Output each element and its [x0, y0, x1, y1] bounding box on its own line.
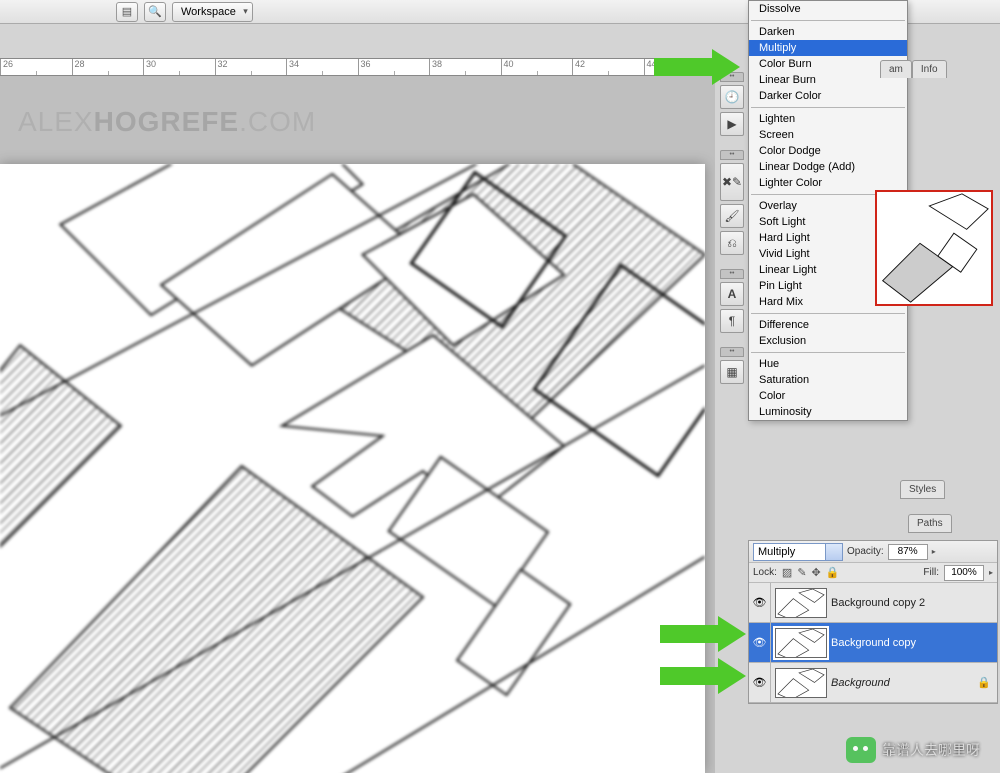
paragraph-panel-icon[interactable]: ¶: [720, 309, 744, 333]
watermark-text: ALEXHOGREFE.COM: [18, 106, 316, 138]
styles-tab[interactable]: Styles: [900, 480, 945, 499]
visibility-toggle[interactable]: 👁: [749, 663, 771, 702]
layer-name: Background copy 2: [831, 597, 925, 609]
blend-mode-item[interactable]: Darken: [749, 24, 907, 40]
blend-mode-item[interactable]: Linear Dodge (Add): [749, 159, 907, 175]
layer-blend-mode-dropdown[interactable]: Multiply: [753, 543, 843, 561]
lock-transparent-icon[interactable]: ▨: [782, 566, 792, 579]
ruler-tick: 40: [501, 59, 573, 75]
visibility-toggle[interactable]: 👁: [749, 623, 771, 662]
callout-arrow: [660, 658, 750, 694]
ruler-tick: 30: [143, 59, 215, 75]
watermark-bold: HOGREFE: [94, 106, 239, 137]
wechat-watermark: 靠谱人去哪里呀: [846, 737, 980, 763]
wechat-icon: [846, 737, 876, 763]
canvas-area[interactable]: ALEXHOGREFE.COM: [0, 76, 715, 773]
menu-separator: [751, 352, 905, 353]
opacity-flyout-icon[interactable]: ▸: [932, 547, 936, 556]
callout-arrow: [654, 49, 744, 85]
ruler-tick: 26: [0, 59, 72, 75]
paths-tab[interactable]: Paths: [908, 514, 952, 533]
blend-mode-item[interactable]: Multiply: [749, 40, 907, 56]
dock-grip[interactable]: ••: [720, 150, 744, 160]
blend-mode-item[interactable]: Color Dodge: [749, 143, 907, 159]
menu-separator: [751, 107, 905, 108]
blend-mode-item[interactable]: Saturation: [749, 372, 907, 388]
architectural-sketch: [0, 164, 705, 773]
callout-arrow: [660, 616, 750, 652]
layer-row[interactable]: 👁 Background copy 2: [749, 583, 997, 623]
navigator-thumbnail[interactable]: [875, 190, 993, 306]
fill-input[interactable]: 100%: [944, 565, 984, 581]
blend-mode-item[interactable]: Lighter Color: [749, 175, 907, 191]
ruler-tick: 42: [572, 59, 644, 75]
layer-name: Background: [831, 677, 890, 689]
layer-blend-mode-value: Multiply: [758, 546, 795, 558]
actions-panel-icon[interactable]: ▶: [720, 112, 744, 136]
fill-label: Fill:: [923, 567, 939, 578]
ruler-tick: 38: [429, 59, 501, 75]
history-panel-icon[interactable]: 🕘: [720, 85, 744, 109]
layer-row[interactable]: 👁 Background 🔒: [749, 663, 997, 703]
layer-name: Background copy: [831, 637, 916, 649]
watermark-post: .COM: [239, 106, 316, 137]
blend-mode-item[interactable]: Color: [749, 388, 907, 404]
layers-options-row: Multiply Opacity: 87% ▸: [749, 541, 997, 563]
dock-grip[interactable]: ••: [720, 347, 744, 357]
collapsed-panel-dock: •• 🕘 ▶ •• ✖✎ 🖌 ⎌ •• A ¶ •• ▦: [720, 72, 746, 384]
blend-mode-item[interactable]: Screen: [749, 127, 907, 143]
layer-row[interactable]: 👁 Background copy: [749, 623, 997, 663]
lock-label: Lock:: [753, 567, 777, 578]
workspace-label: Workspace: [181, 6, 236, 18]
layers-list: 👁 Background copy 2 👁 Background copy 👁 Backg…: [749, 583, 997, 703]
ruler-tick: 28: [72, 59, 144, 75]
bridge-icon-button[interactable]: 🔍: [144, 2, 166, 22]
visibility-toggle[interactable]: 👁: [749, 583, 771, 622]
histogram-tab[interactable]: am: [880, 60, 912, 78]
tool-presets-icon[interactable]: ✖✎: [720, 163, 744, 201]
opacity-input[interactable]: 87%: [888, 544, 928, 560]
blend-mode-item[interactable]: Hue: [749, 356, 907, 372]
opacity-label: Opacity:: [847, 546, 884, 557]
layer-thumbnail[interactable]: [775, 628, 827, 658]
ruler-tick: 36: [358, 59, 430, 75]
lock-all-icon[interactable]: 🔒: [826, 566, 840, 579]
layer-thumbnail[interactable]: [775, 668, 827, 698]
doc-icon-button[interactable]: ▤: [116, 2, 138, 22]
lock-icon: 🔒: [977, 676, 991, 689]
fill-flyout-icon[interactable]: ▸: [989, 568, 993, 577]
workspace-dropdown[interactable]: Workspace: [172, 2, 253, 22]
layers-panel: Multiply Opacity: 87% ▸ Lock: ▨ ✎ ✥ 🔒 Fi…: [748, 540, 998, 704]
character-panel-icon[interactable]: A: [720, 282, 744, 306]
blend-mode-item[interactable]: Dissolve: [749, 1, 907, 17]
blend-mode-item[interactable]: Darker Color: [749, 88, 907, 104]
ruler-tick: 34: [286, 59, 358, 75]
document-artboard: [0, 164, 705, 773]
info-tab[interactable]: Info: [912, 60, 947, 78]
clone-source-icon[interactable]: ⎌: [720, 231, 744, 255]
brushes-panel-icon[interactable]: 🖌: [720, 204, 744, 228]
menu-separator: [751, 313, 905, 314]
layers-lock-row: Lock: ▨ ✎ ✥ 🔒 Fill: 100% ▸: [749, 563, 997, 583]
menu-separator: [751, 20, 905, 21]
layer-thumbnail[interactable]: [775, 588, 827, 618]
blend-mode-item[interactable]: Luminosity: [749, 404, 907, 420]
navigator-tab-row: am Info: [880, 60, 947, 78]
horizontal-ruler: 26 28 30 32 34 36 38 40 42 44: [0, 58, 715, 76]
watermark-pre: ALEX: [18, 106, 94, 137]
ruler-tick: 32: [215, 59, 287, 75]
wechat-text: 靠谱人去哪里呀: [882, 740, 980, 760]
blend-mode-item[interactable]: Difference: [749, 317, 907, 333]
blend-mode-item[interactable]: Lighten: [749, 111, 907, 127]
layer-comps-icon[interactable]: ▦: [720, 360, 744, 384]
lock-pixels-icon[interactable]: ✎: [797, 566, 806, 579]
lock-position-icon[interactable]: ✥: [812, 566, 821, 579]
dock-grip[interactable]: ••: [720, 269, 744, 279]
blend-mode-item[interactable]: Exclusion: [749, 333, 907, 349]
